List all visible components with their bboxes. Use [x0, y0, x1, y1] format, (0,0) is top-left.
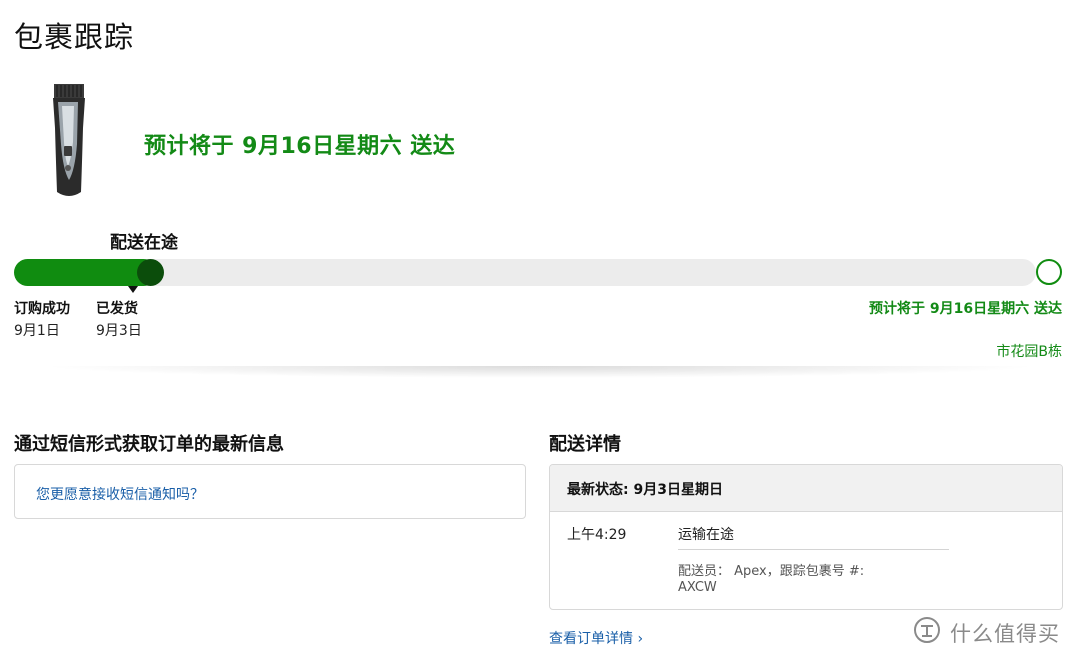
event-status: 运输在途 — [678, 527, 734, 543]
progress-end-circle-icon — [1036, 259, 1062, 285]
view-order-details-link[interactable]: 查看订单详情 › — [549, 628, 643, 648]
delivery-address: 市花园B栋 — [996, 344, 1062, 360]
sms-section-title: 通过短信形式获取订单的最新信息 — [14, 434, 284, 455]
progress-fill — [14, 259, 157, 286]
progress-pointer-icon — [128, 286, 138, 293]
delivery-section-title: 配送详情 — [549, 434, 621, 455]
step-ordered-title: 订购成功 — [14, 301, 70, 317]
eta-headline: 预计将于 9月16日星期六 送达 — [144, 134, 456, 159]
event-divider — [678, 549, 949, 550]
detail-card-header: 最新状态: 9月3日星期日 — [550, 465, 1062, 512]
current-stage-label: 配送在途 — [110, 233, 178, 253]
event-tracking-number: AXCW — [678, 580, 717, 595]
eta-right-label: 预计将于 9月16日星期六 送达 — [869, 301, 1062, 317]
step-shipped-title: 已发货 — [96, 301, 138, 317]
progress-current-marker — [137, 259, 164, 286]
sms-opt-in-link[interactable]: 您更愿意接收短信通知吗？ — [36, 484, 204, 504]
section-divider — [40, 366, 1040, 378]
event-time: 上午4:29 — [567, 527, 627, 543]
product-image — [53, 84, 85, 196]
zhide-logo-icon — [914, 617, 940, 643]
step-ordered-date: 9月1日 — [14, 323, 60, 339]
page-title: 包裹跟踪 — [14, 20, 135, 54]
watermark-text: 什么值得买 — [950, 622, 1060, 646]
latest-status: 最新状态: 9月3日星期日 — [567, 482, 723, 498]
event-carrier: 配送员： Apex，跟踪包裹号 #: — [678, 564, 865, 579]
progress-track — [14, 259, 1036, 286]
step-shipped-date: 9月3日 — [96, 323, 142, 339]
watermark: 什么值得买 — [912, 616, 1059, 646]
